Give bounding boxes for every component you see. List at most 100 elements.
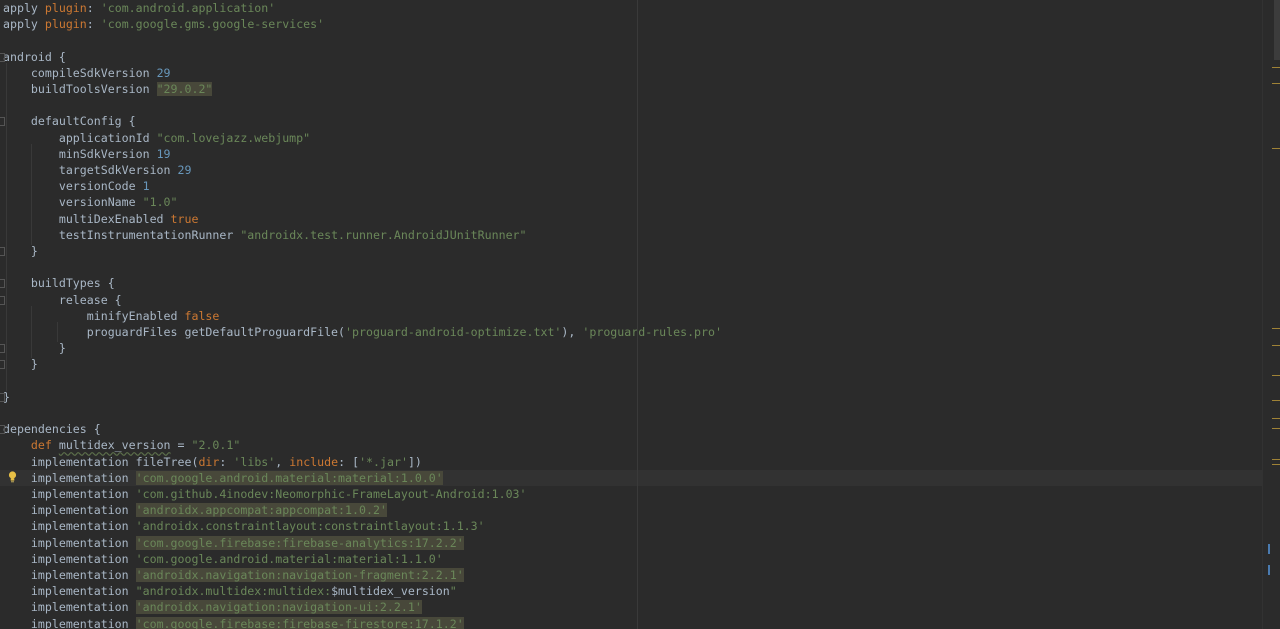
code-token: android { [3,49,66,64]
code-token: 'proguard-android-optimize.txt' [345,325,562,339]
code-token: 'androidx.appcompat:appcompat:1.0.2' [135,503,387,518]
code-token: 'androidx.navigation:navigation-fragment… [135,568,464,582]
code-token: 'com.google.firebase:firebase-analytics:… [135,535,464,550]
code-token: dir [198,454,220,469]
code-line[interactable]: minifyEnabled false [0,308,220,324]
code-line[interactable]: implementation 'com.google.firebase:fire… [0,616,464,629]
code-line[interactable]: applicationId "com.lovejazz.webjump" [0,130,310,146]
code-token: 'libs' [233,454,276,469]
fold-marker[interactable] [0,52,5,62]
code-area[interactable]: apply plugin: 'com.android.application' a… [0,0,1265,629]
code-line[interactable]: dependencies { [0,421,101,437]
warning-marker[interactable] [1272,418,1280,419]
code-line[interactable]: implementation 'androidx.constraintlayou… [0,518,485,534]
code-line[interactable]: release { [0,292,122,308]
code-token: } [3,244,38,258]
code-editor[interactable]: apply plugin: 'com.android.application' a… [0,0,1280,629]
code-token: proguardFiles getDefaultProguardFile( [3,325,346,339]
info-marker[interactable] [1268,565,1270,575]
code-line[interactable] [0,97,3,113]
lightbulb-icon[interactable] [8,471,17,483]
code-line[interactable]: implementation 'androidx.navigation:navi… [0,599,422,615]
code-line[interactable]: testInstrumentationRunner "androidx.test… [0,227,527,243]
warning-marker[interactable] [1272,400,1280,401]
code-line[interactable]: implementation 'androidx.navigation:navi… [0,567,464,583]
code-line[interactable]: apply plugin: 'com.android.application' [0,0,275,16]
code-token: : [219,454,234,469]
warning-marker[interactable] [1272,345,1280,346]
code-token: "androidx.test.runner.AndroidJUnitRunner… [240,227,527,242]
code-line[interactable]: implementation 'com.google.firebase:fire… [0,535,464,551]
code-line[interactable] [0,32,3,48]
warning-marker[interactable] [1272,375,1280,376]
code-token: "29.0.2" [156,82,213,96]
code-line[interactable] [0,373,3,389]
code-line[interactable]: defaultConfig { [0,113,136,129]
code-line[interactable]: minSdkVersion 19 [0,146,171,162]
code-line[interactable]: implementation 'com.github.4inodev:Neomo… [0,486,527,502]
fold-marker[interactable] [0,344,5,354]
warning-marker[interactable] [1272,148,1280,149]
warning-marker[interactable] [1272,83,1280,84]
code-token: ), [561,325,583,339]
code-token: multidex_version [58,438,171,453]
code-line[interactable]: apply plugin: 'com.google.gms.google-ser… [0,16,324,32]
code-line[interactable]: def multidex_version = "2.0.1" [0,437,240,453]
code-token: : [ [338,454,360,469]
fold-marker[interactable] [0,295,5,305]
code-line[interactable]: compileSdkVersion 29 [0,65,171,81]
warning-marker[interactable] [1272,67,1280,68]
code-token: 'com.android.application' [100,1,276,15]
code-line[interactable]: multiDexEnabled true [0,211,199,227]
fold-marker[interactable] [0,360,5,370]
code-line[interactable] [0,259,3,275]
warning-marker[interactable] [1272,428,1280,429]
fold-marker[interactable] [0,392,5,402]
fold-marker[interactable] [0,279,5,289]
code-token: " [449,584,457,599]
code-token: multiDexEnabled [3,211,171,226]
code-token: applicationId [3,130,157,145]
code-token: release { [3,292,122,307]
code-token: testInstrumentationRunner [3,227,241,242]
code-line[interactable]: versionCode 1 [0,178,150,194]
fold-marker[interactable] [0,425,5,435]
code-token: minSdkVersion [3,146,157,161]
code-line[interactable]: buildToolsVersion "29.0.2" [0,81,213,97]
error-stripe[interactable] [1262,0,1280,629]
code-token: implementation [3,470,136,485]
code-token: plugin [44,17,87,32]
code-token: versionCode [3,179,143,194]
code-token: 1 [142,179,150,194]
fold-marker[interactable] [0,117,5,127]
code-token: defaultConfig { [3,114,136,129]
code-line[interactable]: implementation "androidx.multidex:multid… [0,583,457,599]
code-token: false [184,308,220,323]
code-line[interactable]: implementation 'com.google.android.mater… [0,551,443,567]
code-line[interactable] [0,405,3,421]
code-line[interactable]: buildTypes { [0,275,115,291]
code-line[interactable]: implementation fileTree(dir: 'libs', inc… [0,454,422,470]
warning-marker[interactable] [1272,464,1280,465]
warning-marker[interactable] [1272,459,1280,460]
scrollbar-thumb[interactable] [1274,0,1280,60]
code-line[interactable]: android { [0,49,66,65]
code-token: : [86,17,101,32]
code-token: implementation [3,503,136,518]
code-line[interactable]: implementation 'com.google.android.mater… [0,469,1265,486]
code-line[interactable]: proguardFiles getDefaultProguardFile('pr… [0,324,722,340]
fold-marker[interactable] [0,247,5,256]
code-token: apply [3,1,45,15]
info-marker[interactable] [1268,544,1270,554]
indent-guide [31,143,32,245]
code-token: } [3,341,66,356]
code-line[interactable]: targetSdkVersion 29 [0,162,192,178]
code-line[interactable]: implementation 'androidx.appcompat:appco… [0,502,387,518]
code-line[interactable]: versionName "1.0" [0,194,178,210]
warning-marker[interactable] [1272,328,1280,329]
code-token: $multidex_version [331,584,450,599]
code-line[interactable]: } [0,340,66,356]
code-token: compileSdkVersion [3,65,157,80]
code-token: buildToolsVersion [3,82,157,96]
